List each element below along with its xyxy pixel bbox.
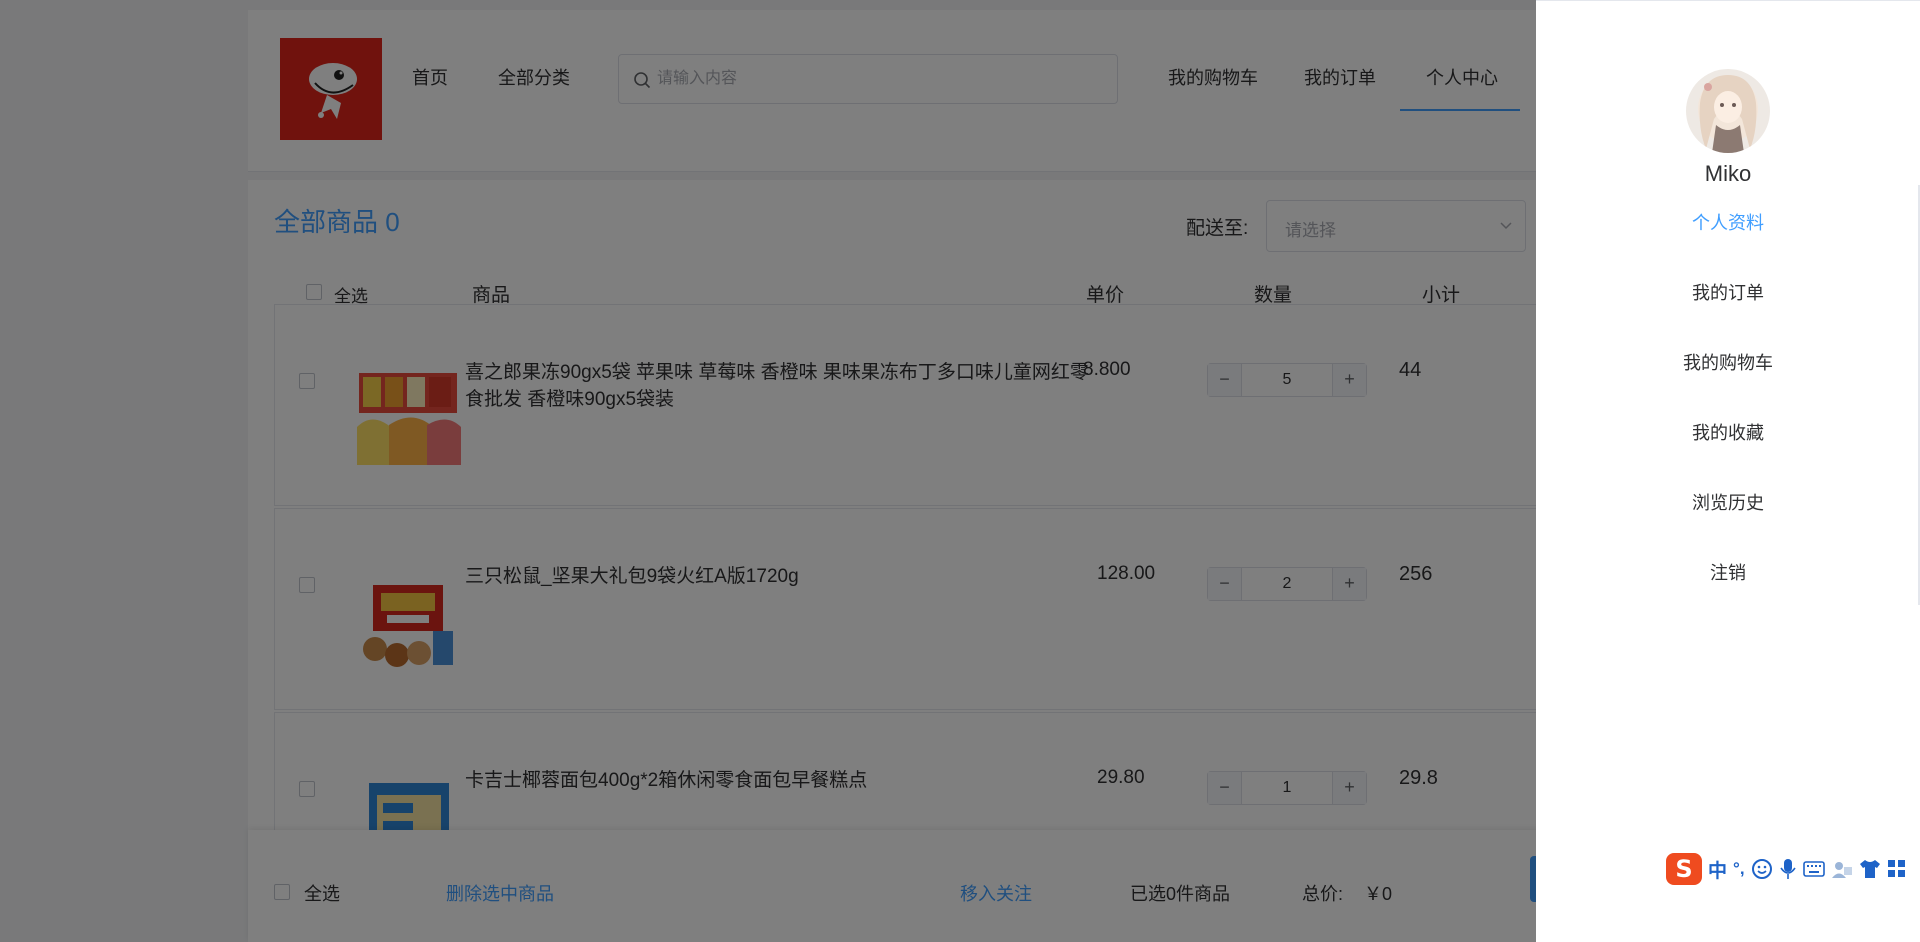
menu-my-cart[interactable]: 我的购物车 xyxy=(1536,349,1920,375)
keyboard-icon[interactable] xyxy=(1802,860,1825,878)
emoji-icon[interactable] xyxy=(1751,858,1773,880)
ime-mode-toggle[interactable]: 中 xyxy=(1708,856,1727,883)
ime-toolbar: S 中 °, xyxy=(1666,852,1920,886)
menu-browse-history[interactable]: 浏览历史 xyxy=(1536,489,1920,515)
menu-logout[interactable]: 注销 xyxy=(1536,559,1920,585)
avatar[interactable] xyxy=(1686,69,1770,153)
menu-my-favorites[interactable]: 我的收藏 xyxy=(1536,419,1920,445)
user-drawer: Miko 个人资料 我的订单 我的购物车 我的收藏 浏览历史 注销 xyxy=(1536,0,1920,942)
menu-profile[interactable]: 个人资料 xyxy=(1536,209,1920,235)
skin-shirt-icon[interactable] xyxy=(1859,859,1881,879)
username: Miko xyxy=(1704,161,1752,186)
avatar-image xyxy=(1686,69,1770,153)
sogou-logo-icon[interactable]: S xyxy=(1666,853,1702,885)
user-card-icon[interactable] xyxy=(1831,859,1853,879)
microphone-icon[interactable] xyxy=(1779,858,1797,880)
toolbox-grid-icon[interactable] xyxy=(1887,859,1907,879)
menu-my-orders[interactable]: 我的订单 xyxy=(1536,279,1920,305)
ime-punct-toggle[interactable]: °, xyxy=(1733,859,1745,879)
